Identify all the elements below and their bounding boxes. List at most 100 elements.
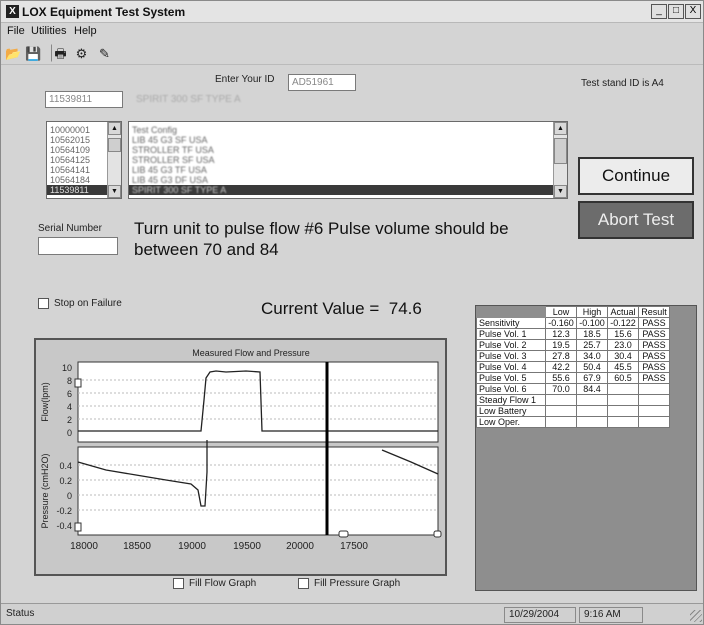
scroll-down-arrow-icon[interactable]: ▼ — [554, 185, 567, 198]
flow-marker-icon — [74, 378, 82, 388]
cell-high — [576, 394, 608, 406]
flow-tick: 6 — [67, 389, 72, 399]
fill-flow-label: Fill Flow Graph — [189, 578, 257, 589]
cell-actual — [607, 405, 639, 417]
list-item[interactable]: Test Config — [129, 125, 567, 135]
row-label: Pulse Vol. 3 — [476, 350, 546, 362]
serial-number-field[interactable] — [38, 237, 118, 255]
flow-tick: 10 — [62, 363, 72, 373]
cell-actual — [607, 383, 639, 395]
cell-actual — [607, 394, 639, 406]
cell-result: PASS — [638, 339, 670, 351]
continue-button[interactable]: Continue — [578, 157, 694, 195]
save-icon[interactable]: 💾 — [24, 44, 43, 62]
row-label: Pulse Vol. 5 — [476, 372, 546, 384]
minimize-button[interactable]: _ — [651, 4, 667, 19]
cell-high: 34.0 — [576, 350, 608, 362]
list-item[interactable]: LIB 45 G3 DF USA — [129, 175, 567, 185]
row-label: Low Oper. — [476, 416, 546, 428]
cell-actual: 30.4 — [607, 350, 639, 362]
cell-actual: 45.5 — [607, 361, 639, 373]
table-row: Sensitivity -0.160 -0.100 -0.122 PASS — [476, 317, 670, 329]
open-folder-icon[interactable]: 📂 — [4, 44, 23, 62]
menu-utilities[interactable]: Utilities — [31, 25, 66, 37]
cell-low: 19.5 — [545, 339, 577, 351]
cell-low: 55.6 — [545, 372, 577, 384]
x-tick: 18500 — [123, 541, 151, 552]
part-list-scrollbar[interactable]: ▲ ▼ — [107, 122, 121, 198]
table-row: Pulse Vol. 3 27.8 34.0 30.4 PASS — [476, 350, 670, 362]
header-cell: Result — [638, 306, 670, 318]
flow-plot-area — [77, 361, 439, 443]
scroll-up-arrow-icon[interactable]: ▲ — [108, 122, 121, 135]
cell-result: PASS — [638, 317, 670, 329]
cell-high — [576, 416, 608, 428]
abort-test-button[interactable]: Abort Test — [578, 201, 694, 239]
print-icon[interactable]: 🖶 — [51, 44, 70, 62]
row-label: Pulse Vol. 6 — [476, 383, 546, 395]
flow-tick: 0 — [67, 428, 72, 438]
list-item[interactable]: STROLLER TF USA — [129, 145, 567, 155]
pressure-axis-label: Pressure (cmH2O) — [40, 453, 50, 528]
cell-actual: -0.122 — [607, 317, 639, 329]
fill-flow-checkbox[interactable] — [173, 578, 184, 589]
status-bar: Status 10/29/2004 9:16 AM — [1, 603, 703, 624]
fill-pressure-checkbox[interactable] — [298, 578, 309, 589]
cell-low: 42.2 — [545, 361, 577, 373]
stop-on-failure-checkbox[interactable] — [38, 298, 49, 309]
title-bar[interactable]: X LOX Equipment Test System _ □ X — [1, 1, 703, 23]
scroll-down-arrow-icon[interactable]: ▼ — [108, 185, 121, 198]
cell-result: PASS — [638, 328, 670, 340]
list-item[interactable]: LIB 45 G3 TF USA — [129, 165, 567, 175]
table-row: Low Battery — [476, 405, 670, 417]
close-button[interactable]: X — [685, 4, 701, 19]
header-cell — [476, 306, 546, 318]
scroll-thumb[interactable] — [554, 138, 567, 164]
table-row: Steady Flow 1 — [476, 394, 670, 406]
list-item[interactable]: STROLLER SF USA — [129, 155, 567, 165]
test-stand-label: Test stand ID is A4 — [581, 78, 664, 89]
cell-high: 84.4 — [576, 383, 608, 395]
edit-icon[interactable]: ✎ — [95, 44, 114, 62]
resize-grip-icon[interactable] — [690, 610, 702, 622]
graph-svg: Measured Flow and Pressure Flow(lpm) Pre… — [40, 348, 442, 552]
menu-help[interactable]: Help — [74, 25, 97, 37]
cell-result — [638, 405, 670, 417]
table-row: Pulse Vol. 1 12.3 18.5 15.6 PASS — [476, 328, 670, 340]
cell-high: 25.7 — [576, 339, 608, 351]
part-number-field[interactable]: 11539811 — [45, 91, 123, 108]
scroll-up-arrow-icon[interactable]: ▲ — [554, 122, 567, 135]
row-label: Sensitivity — [476, 317, 546, 329]
table-row: Pulse Vol. 2 19.5 25.7 23.0 PASS — [476, 339, 670, 351]
cell-actual: 23.0 — [607, 339, 639, 351]
header-cell: High — [576, 306, 608, 318]
description-list-scrollbar[interactable]: ▲ ▼ — [553, 122, 567, 198]
cell-result — [638, 394, 670, 406]
pressure-tick: 0.2 — [59, 476, 72, 486]
main-window: X LOX Equipment Test System _ □ X File U… — [0, 0, 704, 625]
x-tick: 17500 — [340, 541, 368, 552]
x-tick: 18000 — [70, 541, 98, 552]
maximize-button[interactable]: □ — [668, 4, 684, 19]
cell-high: 18.5 — [576, 328, 608, 340]
flow-tick: 8 — [67, 376, 72, 386]
table-header-row: Low High Actual Result — [476, 306, 670, 318]
cell-low: 70.0 — [545, 383, 577, 395]
flow-pressure-graph: Measured Flow and Pressure Flow(lpm) Pre… — [34, 338, 447, 576]
scroll-thumb[interactable] — [108, 138, 121, 152]
x-tick: 20000 — [286, 541, 314, 552]
pressure-tick: -0.2 — [56, 506, 72, 516]
menu-bar: File Utilities Help — [1, 23, 703, 41]
cell-actual: 60.5 — [607, 372, 639, 384]
table-row: Pulse Vol. 4 42.2 50.4 45.5 PASS — [476, 361, 670, 373]
tools-icon[interactable]: ⚙ — [72, 44, 91, 62]
user-id-field[interactable]: AD51961 — [288, 74, 356, 91]
graph-title: Measured Flow and Pressure — [192, 348, 310, 358]
row-label: Low Battery — [476, 405, 546, 417]
menu-file[interactable]: File — [7, 25, 25, 37]
cell-actual — [607, 416, 639, 428]
description-list[interactable]: Test Config LIB 45 G3 SF USA STROLLER TF… — [128, 121, 568, 199]
list-item-selected[interactable]: SPIRIT 300 SF TYPE A — [129, 185, 567, 195]
part-number-list[interactable]: 10000001 10562015 10564109 10564125 1056… — [46, 121, 122, 199]
list-item[interactable]: LIB 45 G3 SF USA — [129, 135, 567, 145]
